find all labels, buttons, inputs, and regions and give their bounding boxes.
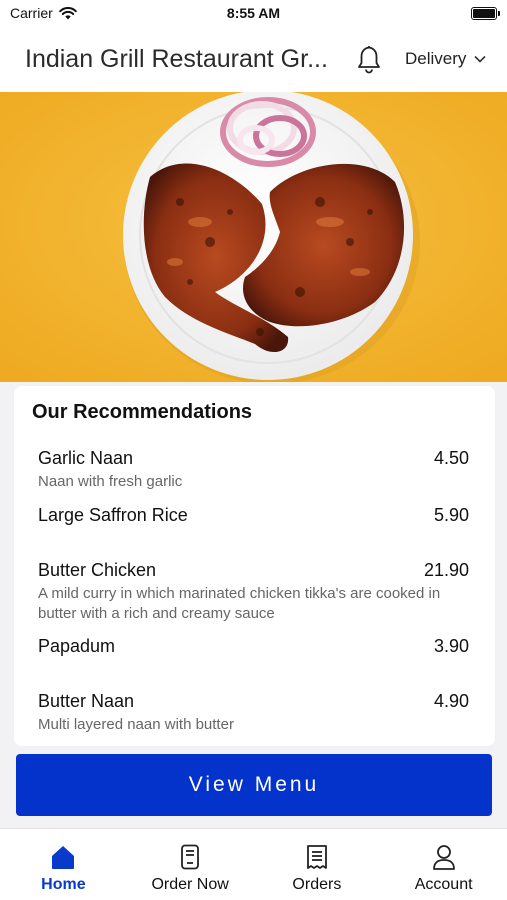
app-header: Indian Grill Restaurant Gr... Delivery [0, 26, 507, 92]
recommendation-item-large-saffron-rice[interactable]: Large Saffron Rice 5.90 [38, 505, 469, 526]
tab-order-now[interactable]: Order Now [127, 829, 254, 900]
tab-orders[interactable]: Orders [254, 829, 381, 900]
battery-icon [471, 6, 500, 20]
recommendation-item-garlic-naan[interactable]: Garlic Naan 4.50 Naan with fresh garlic [38, 448, 469, 492]
item-name: Garlic Naan [38, 448, 134, 468]
view-menu-button[interactable]: View Menu [16, 754, 492, 816]
status-bar: Carrier 8:55 AM [0, 0, 507, 26]
item-description: Naan with fresh garlic [38, 473, 183, 490]
tab-home[interactable]: Home [0, 829, 127, 900]
order-icon [181, 844, 200, 870]
item-name: Butter Chicken [38, 560, 157, 580]
recommendation-item-butter-chicken[interactable]: Butter Chicken 21.90 A mild curry in whi… [38, 560, 469, 624]
item-price: 5.90 [433, 505, 469, 525]
receipt-icon [306, 845, 327, 869]
item-description: A mild curry in which marinated chicken … [38, 585, 441, 622]
tab-label: Orders [292, 876, 342, 893]
tab-label: Account [414, 876, 473, 893]
carrier-label: Carrier [10, 5, 53, 21]
tab-label: Home [41, 876, 86, 893]
home-icon [52, 846, 75, 869]
item-price: 4.50 [433, 448, 469, 468]
chevron-down-icon [474, 55, 486, 63]
item-description: Multi layered naan with butter [38, 716, 234, 733]
item-price: 21.90 [423, 560, 469, 580]
hero-banner-image [0, 92, 507, 382]
item-price: 3.90 [433, 636, 469, 656]
recommendation-item-butter-naan[interactable]: Butter Naan 4.90 Multi layered naan with… [38, 691, 469, 735]
tab-account[interactable]: Account [380, 829, 507, 900]
notification-bell-icon[interactable] [355, 43, 383, 75]
bottom-tab-bar: Home Order Now Orders Account [0, 828, 507, 900]
item-name: Butter Naan [38, 691, 135, 711]
recommendation-item-papadum[interactable]: Papadum 3.90 [38, 636, 469, 657]
item-name: Large Saffron Rice [38, 505, 188, 525]
restaurant-title: Indian Grill Restaurant Gr... [25, 44, 328, 73]
delivery-label: Delivery [405, 49, 467, 68]
recommendations-title: Our Recommendations [32, 401, 253, 423]
tab-label: Order Now [151, 876, 229, 893]
wifi-icon [58, 6, 77, 19]
item-name: Papadum [38, 636, 116, 656]
item-price: 4.90 [433, 691, 469, 711]
user-icon [432, 845, 455, 870]
recommendations-card: Our Recommendations Garlic Naan 4.50 Naa… [14, 386, 495, 746]
delivery-mode-selector[interactable]: Delivery [405, 49, 486, 69]
